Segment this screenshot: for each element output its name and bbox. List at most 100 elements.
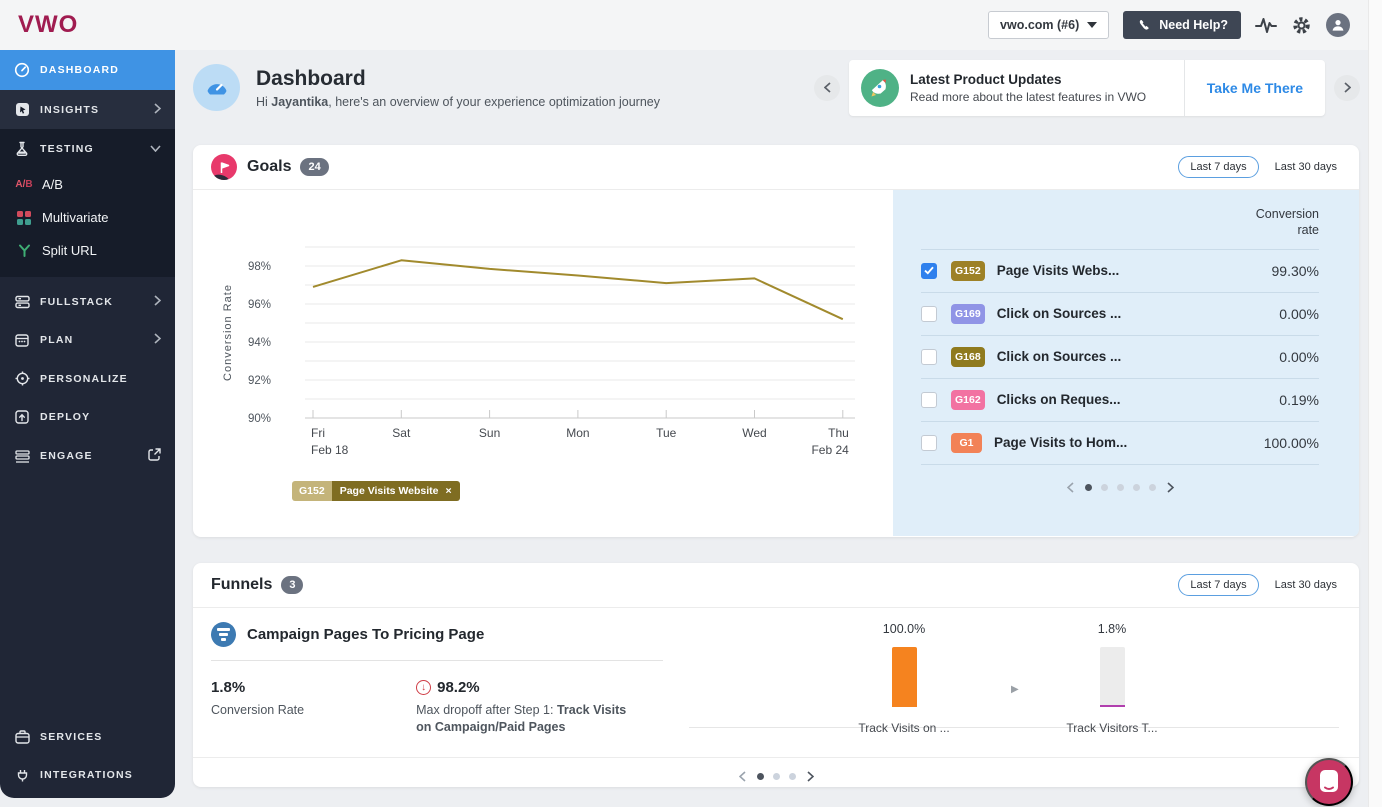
carousel-dot[interactable] (1117, 484, 1124, 491)
svg-text:96%: 96% (248, 299, 271, 311)
header-texts: Dashboard Hi Jayantika, here's an overvi… (256, 67, 660, 109)
sidebar-item-deploy[interactable]: DEPLOY (0, 398, 175, 436)
vwo-logo[interactable]: VWO (18, 11, 78, 39)
funnels-last-30-days-button[interactable]: Last 30 days (1275, 579, 1337, 591)
updates-texts: Latest Product Updates Read more about t… (910, 72, 1184, 104)
sidebar-item-multivariate[interactable]: Multivariate (0, 201, 175, 234)
chevron-right-icon (154, 103, 161, 117)
carousel-dot[interactable] (1085, 484, 1092, 491)
conversion-stat-value: 1.8% (211, 679, 304, 696)
goal-legend-chip[interactable]: G152 Page Visits Website × (292, 481, 460, 501)
goal-conversion-value: 99.30% (1272, 263, 1319, 279)
chevron-right-icon (1167, 482, 1174, 493)
goal-id-badge: G169 (951, 304, 985, 324)
svg-text:Wed: Wed (742, 426, 766, 440)
sidebar-item-services[interactable]: SERVICES (0, 718, 175, 756)
sidebar-item-label: DEPLOY (40, 411, 90, 423)
conversion-stat-caption: Conversion Rate (211, 702, 304, 719)
settings-button[interactable] (1291, 15, 1312, 36)
intercom-chat-button[interactable] (1305, 758, 1353, 806)
flask-icon (14, 141, 30, 156)
goal-checkbox[interactable] (921, 349, 937, 365)
scrollbar[interactable] (1368, 0, 1382, 807)
funnel-step-1-bar (892, 647, 917, 707)
goal-row: G169Click on Sources ...0.00% (921, 293, 1319, 336)
goal-row: G1Page Visits to Hom...100.00% (921, 422, 1319, 465)
carousel-dot[interactable] (789, 773, 796, 780)
carousel-dot[interactable] (1101, 484, 1108, 491)
sidebar-item-label: Split URL (42, 243, 97, 258)
carousel-prev-button[interactable] (814, 75, 840, 101)
take-me-there-link[interactable]: Take Me There (1184, 60, 1325, 116)
carousel-dot[interactable] (757, 773, 764, 780)
goal-conversion-value: 100.00% (1264, 435, 1319, 451)
goal-checkbox[interactable] (921, 263, 937, 279)
sidebar-item-split-url[interactable]: Split URL (0, 234, 175, 267)
goals-page-next-button[interactable] (1165, 482, 1176, 493)
sidebar-item-integrations[interactable]: INTEGRATIONS (0, 756, 175, 798)
carousel-dot[interactable] (1133, 484, 1140, 491)
svg-text:Conversion Rate: Conversion Rate (222, 284, 234, 381)
chevron-left-icon (739, 771, 746, 782)
goal-name[interactable]: Clicks on Reques... (997, 392, 1121, 407)
profile-button[interactable] (1326, 13, 1350, 37)
svg-text:Feb 18: Feb 18 (311, 443, 349, 457)
goal-name[interactable]: Click on Sources ... (997, 349, 1122, 364)
goal-checkbox[interactable] (921, 306, 937, 322)
activity-pulse-button[interactable] (1255, 16, 1277, 34)
goal-checkbox[interactable] (921, 392, 937, 408)
person-icon (1330, 17, 1346, 33)
funnels-last-7-days-button[interactable]: Last 7 days (1178, 574, 1258, 596)
funnels-page-prev-button[interactable] (737, 771, 748, 782)
legend-goal-id: G152 (292, 481, 332, 501)
insights-icon (14, 102, 30, 117)
goals-chart-zone: 98%96%94%92%90%Conversion RateFriFeb 18S… (193, 190, 893, 536)
goals-page-prev-button[interactable] (1065, 482, 1076, 493)
account-selector-dropdown[interactable]: vwo.com (#6) (988, 11, 1109, 39)
svg-text:94%: 94% (248, 337, 271, 349)
carousel-next-button[interactable] (1334, 75, 1360, 101)
calendar-icon (14, 333, 30, 347)
funnel-step-2-bar (1100, 705, 1125, 707)
funnels-page-next-button[interactable] (805, 771, 816, 782)
goals-rows: G152Page Visits Webs...99.30%G169Click o… (921, 250, 1319, 465)
sidebar-item-label: DASHBOARD (40, 64, 119, 76)
sidebar-item-ab-test[interactable]: A/B A/B (0, 168, 175, 201)
goals-card: Goals 24 Last 7 days Last 30 days 98%96%… (193, 145, 1359, 537)
topbar-actions: vwo.com (#6) Need Help? (988, 11, 1362, 39)
sidebar-item-label: PERSONALIZE (40, 373, 128, 385)
goals-last-7-days-button[interactable]: Last 7 days (1178, 156, 1258, 178)
goal-checkbox[interactable] (921, 435, 937, 451)
need-help-button[interactable]: Need Help? (1123, 11, 1241, 39)
sidebar-item-insights[interactable]: INSIGHTS (0, 90, 175, 129)
sidebar-item-personalize[interactable]: PERSONALIZE (0, 359, 175, 398)
goal-name[interactable]: Click on Sources ... (997, 306, 1122, 321)
chevron-right-icon (154, 333, 161, 347)
goal-name[interactable]: Page Visits Webs... (997, 263, 1120, 278)
funnel-step-2-value: 1.8% (1047, 622, 1177, 636)
product-updates-banner[interactable]: Latest Product Updates Read more about t… (849, 60, 1325, 116)
funnel-footer (193, 757, 1359, 787)
sidebar-item-fullstack[interactable]: FULLSTACK (0, 283, 175, 321)
carousel-dot[interactable] (1149, 484, 1156, 491)
funnel-icon (211, 622, 236, 647)
chevron-down-icon (1087, 22, 1097, 28)
sidebar-item-plan[interactable]: PLAN (0, 321, 175, 359)
funnel-step-2[interactable]: 1.8% Track Visitors T... (1047, 622, 1177, 735)
carousel-dot[interactable] (773, 773, 780, 780)
sidebar-item-testing[interactable]: TESTING (0, 129, 175, 168)
svg-text:Mon: Mon (566, 426, 589, 440)
sidebar-item-label: ENGAGE (40, 450, 93, 462)
sidebar-item-dashboard[interactable]: DASHBOARD (0, 50, 175, 90)
funnel-name[interactable]: Campaign Pages To Pricing Page (247, 626, 484, 643)
svg-text:90%: 90% (248, 413, 271, 425)
goal-name[interactable]: Page Visits to Hom... (994, 435, 1127, 450)
chevron-left-icon (824, 82, 831, 93)
funnel-step-1[interactable]: 100.0% Track Visits on ... (839, 622, 969, 735)
sidebar-item-engage[interactable]: ENGAGE (0, 436, 175, 476)
goals-body: 98%96%94%92%90%Conversion RateFriFeb 18S… (193, 190, 1359, 536)
funnels-dots (757, 773, 796, 780)
sidebar-item-label: PLAN (40, 334, 73, 346)
goals-last-30-days-button[interactable]: Last 30 days (1275, 161, 1337, 173)
legend-close-icon[interactable]: × (446, 485, 452, 497)
